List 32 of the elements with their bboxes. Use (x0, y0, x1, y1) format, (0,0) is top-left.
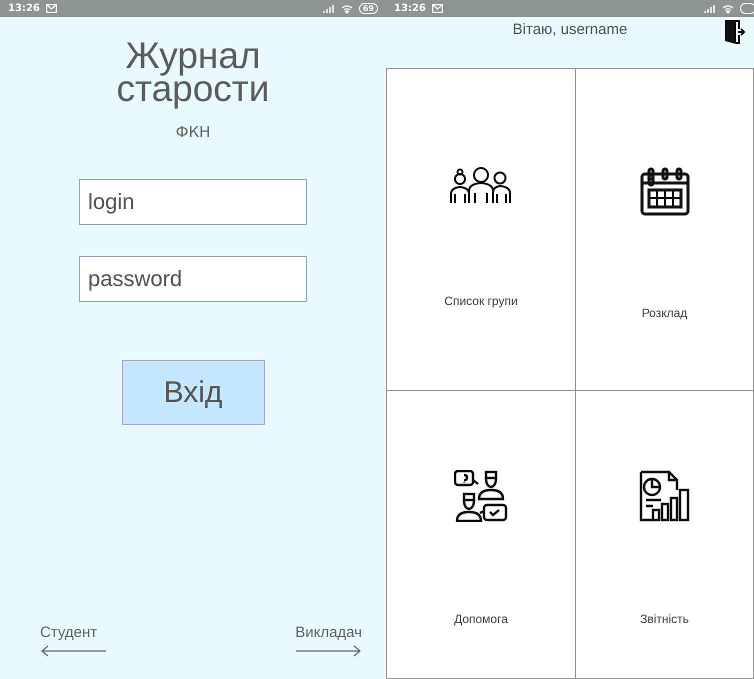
login-button[interactable]: Вхід (122, 360, 264, 425)
tile-label: Звітність (640, 612, 689, 626)
arrow-icon (296, 645, 362, 657)
nav-link[interactable]: Викладач (295, 624, 362, 641)
tile-label: Розклад (642, 306, 688, 320)
password-field[interactable]: password (79, 256, 307, 302)
menu-tile[interactable]: Розклад (576, 69, 754, 391)
menu-tile[interactable]: Список групи (387, 69, 576, 391)
consultation-icon (454, 470, 508, 522)
faculty-subtitle: ФКН (176, 123, 210, 141)
battery-icon (740, 3, 754, 14)
greeting-text: Вітаю, username (512, 21, 628, 38)
arrow-icon (40, 645, 106, 657)
people-icon (450, 166, 512, 204)
nav-link[interactable]: Студент (40, 624, 98, 641)
login-field[interactable]: login (79, 179, 307, 225)
battery-level: 69 (358, 3, 378, 14)
menu-tile[interactable]: Допомога (387, 391, 576, 679)
tile-label: Допомога (454, 612, 508, 626)
status-time: 13:26 (394, 3, 426, 14)
signal-icon (322, 4, 335, 13)
wifi-icon (340, 4, 353, 14)
wifi-icon (722, 4, 734, 14)
mail-icon (432, 4, 443, 13)
calendar-icon (640, 166, 690, 216)
status-time: 13:26 (8, 3, 40, 14)
menu-tile[interactable]: Звітність (576, 391, 754, 679)
report-chart-icon (638, 470, 690, 522)
signal-icon (704, 4, 716, 13)
mail-icon (46, 4, 57, 13)
tile-label: Список групи (444, 294, 518, 308)
logout-button[interactable] (724, 19, 746, 45)
